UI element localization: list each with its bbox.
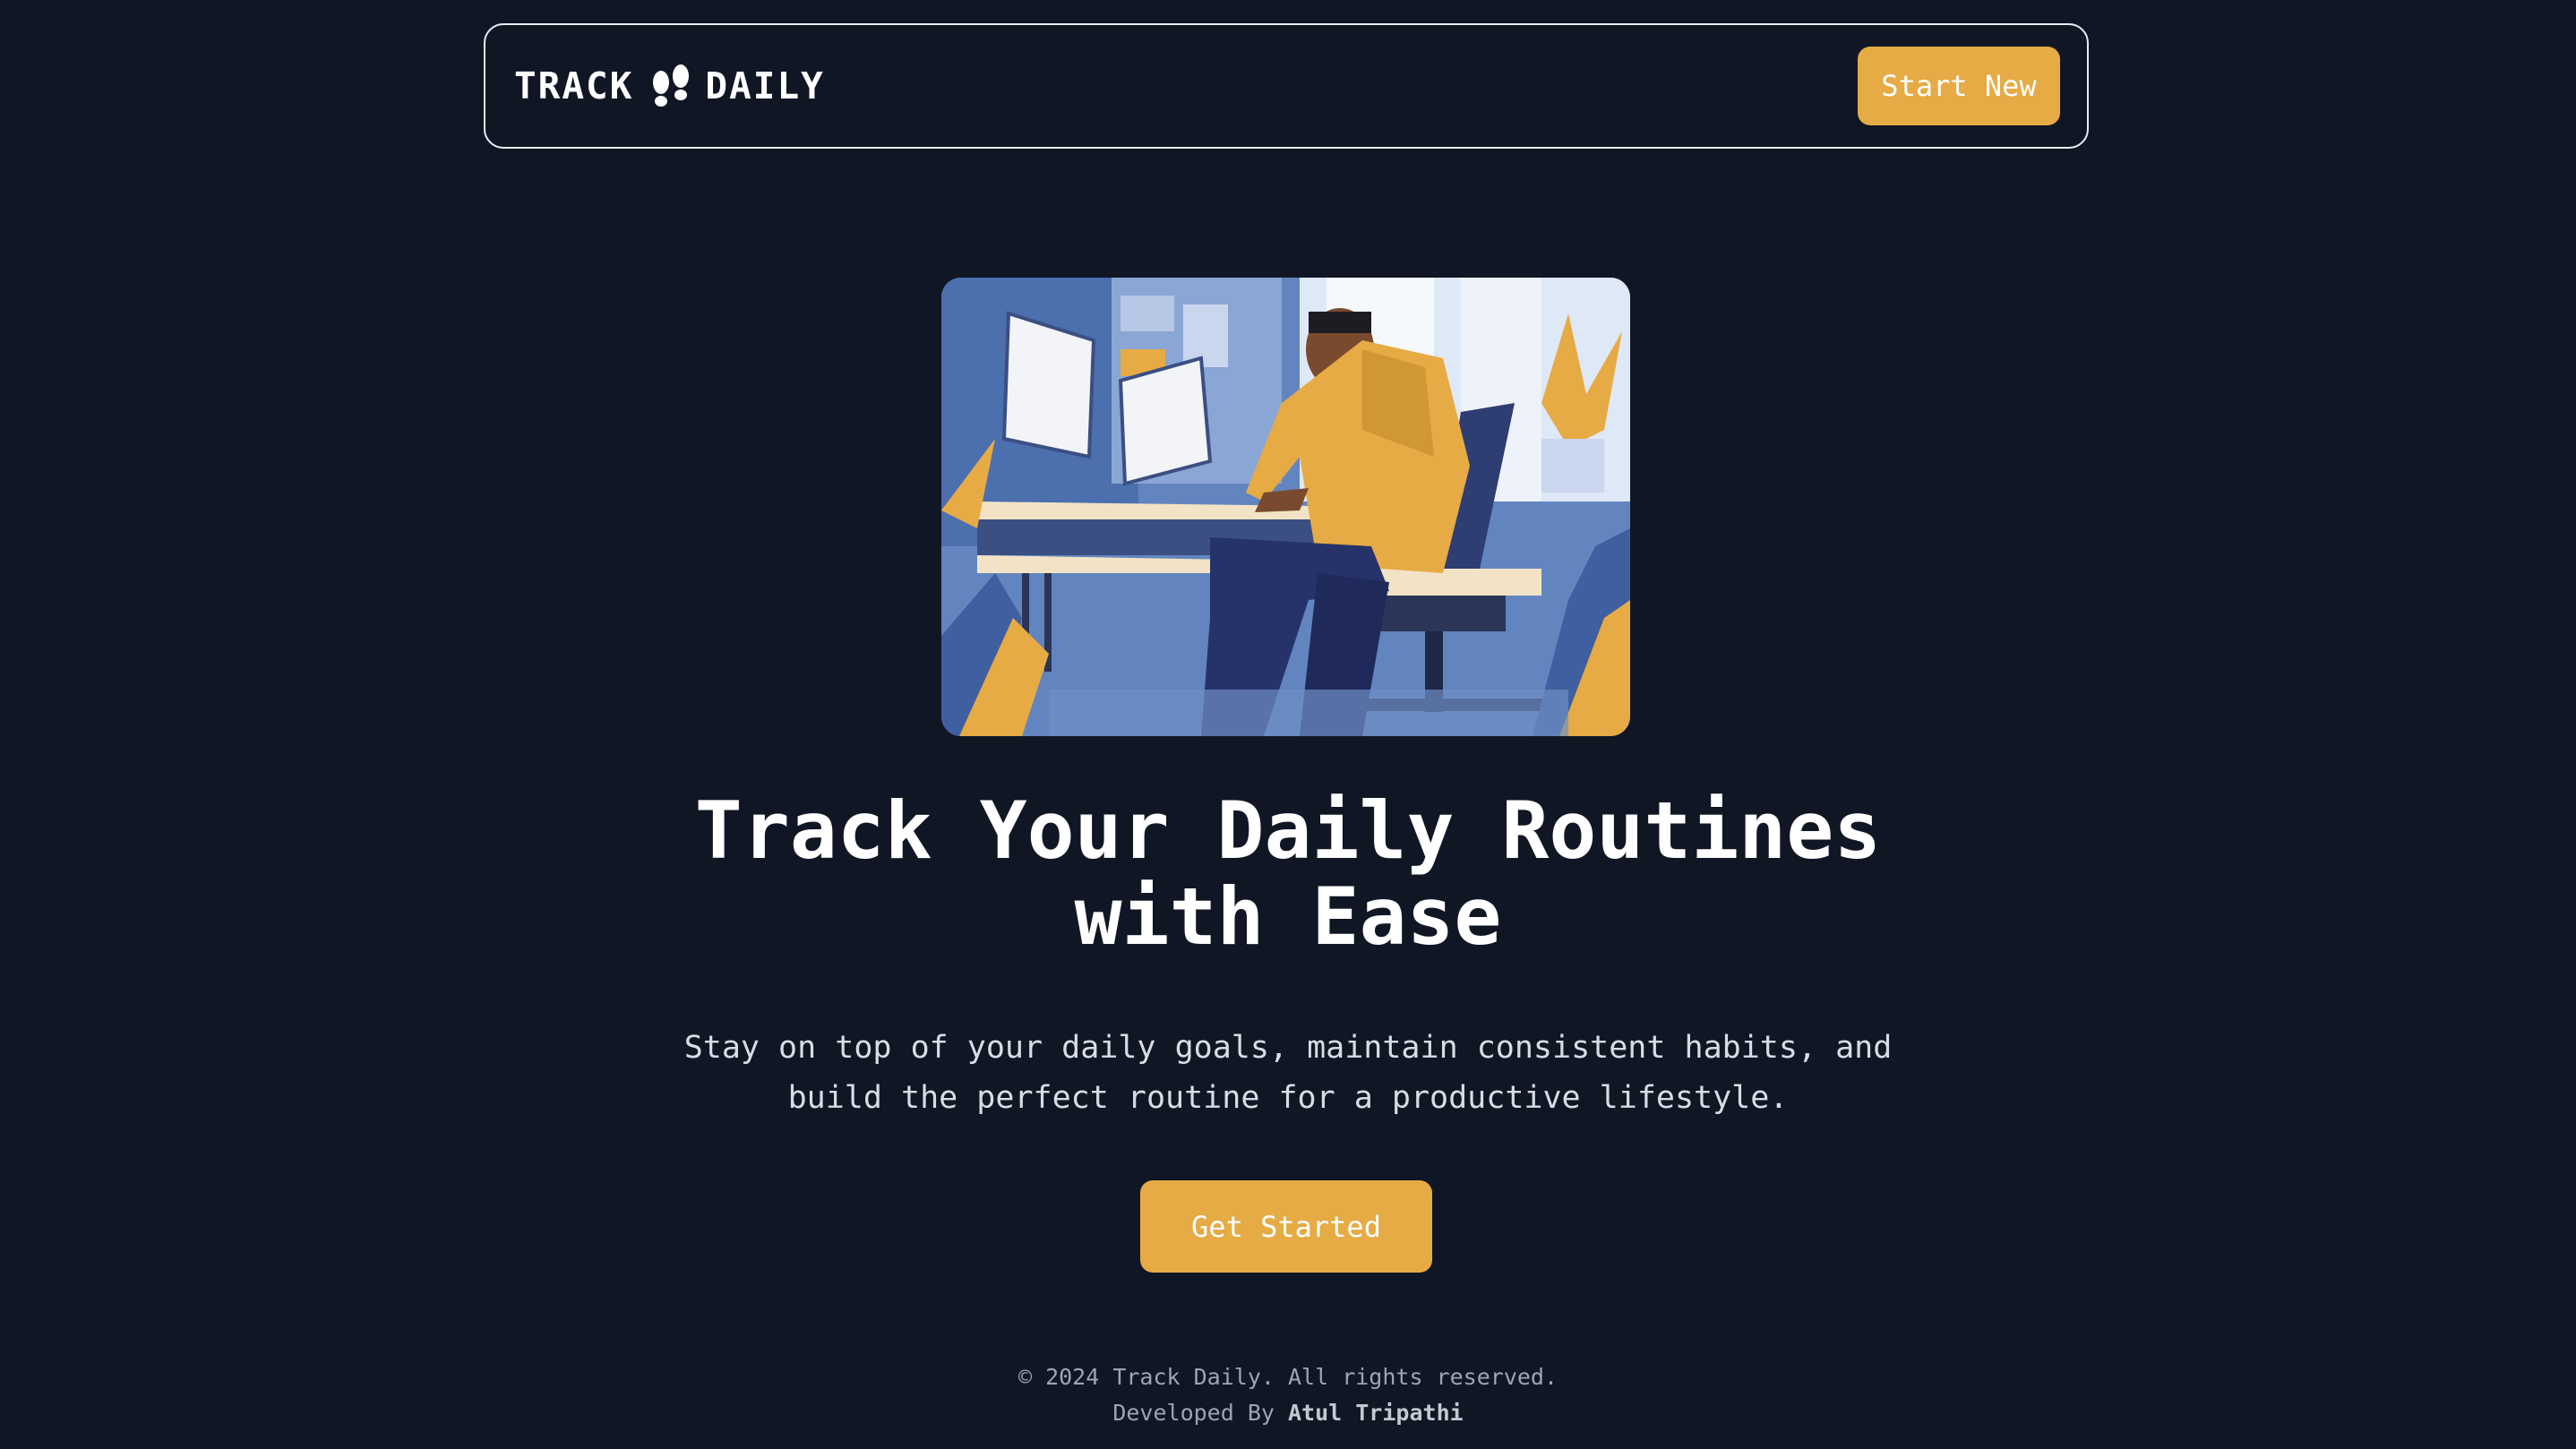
get-started-button[interactable]: Get Started [1140, 1180, 1432, 1273]
hero-title-line-2: with Ease [1074, 870, 1502, 963]
hero-subtitle: Stay on top of your daily goals, maintai… [0, 1023, 2576, 1123]
author-name: Atul Tripathi [1288, 1400, 1464, 1426]
hero-subtitle-line-2: build the perfect routine for a producti… [787, 1080, 1789, 1116]
hero-subtitle-line-1: Stay on top of your daily goals, maintai… [683, 1030, 1893, 1066]
developed-by-label: Developed By [1112, 1400, 1275, 1426]
hero-illustration [941, 278, 1630, 736]
logo[interactable]: TRACK DAILY [514, 63, 825, 109]
landing-page: TRACK DAILY Start New Track Your Daily R… [0, 0, 2576, 1449]
start-new-button[interactable]: Start New [1858, 47, 2060, 125]
footer: © 2024 Track Daily. All rights reserved.… [0, 1359, 2576, 1431]
copyright-text: © 2024 Track Daily. All rights reserved. [1018, 1364, 1558, 1390]
footprints-icon [649, 63, 692, 109]
navbar: TRACK DAILY Start New [484, 23, 2089, 149]
developer-credit: Developed By Atul Tripathi [0, 1395, 2576, 1431]
hero-title: Track Your Daily Routines with Ease [0, 788, 2576, 960]
logo-text-daily: DAILY [705, 64, 825, 107]
hero-title-line-1: Track Your Daily Routines [694, 785, 1882, 877]
logo-text-track: TRACK [514, 64, 634, 107]
